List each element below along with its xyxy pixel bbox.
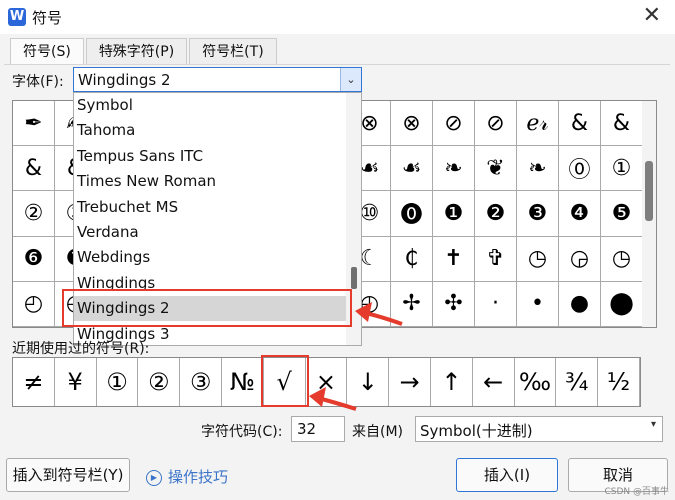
symbol-cell[interactable]: • [517,281,559,327]
symbol-cell[interactable]: ⊘ [433,101,475,147]
from-select-value: Symbol(十进制) [420,422,533,440]
font-select-value: Wingdings 2 [78,71,171,89]
symbol-cell[interactable]: ◷ [601,236,643,282]
symbol-cell[interactable]: ❷ [475,191,517,237]
title-bar: W 符号 ✕ [0,0,675,34]
font-dropdown-scrollbar-thumb[interactable] [351,267,357,289]
symbol-cell[interactable]: ⬤ [601,281,643,327]
dialog-title: 符号 [32,9,63,27]
watermark: CSDN @百事牛 [604,487,669,497]
insert-button[interactable]: 插入(I) [456,458,558,492]
symbol-cell[interactable]: ⊘ [475,101,517,147]
symbol-cell[interactable]: ₵ [391,236,433,282]
symbol-cell[interactable]: ✝ [433,236,475,282]
tab-bar: 符号(S) 特殊字符(P) 符号栏(T) [10,38,279,65]
play-icon: ▶ [146,469,162,486]
recent-symbol-cell[interactable]: ¥ [55,358,97,406]
recent-symbol-cell[interactable]: ↑ [431,358,473,406]
chevron-down-icon[interactable]: ⌄ [340,68,361,91]
char-code-label: 字符代码(C): [201,424,283,440]
symbol-cell[interactable]: ⊗ [391,101,433,147]
symbol-cell[interactable]: ❹ [559,191,601,237]
tab-symbols[interactable]: 符号(S) [10,38,84,65]
recent-symbol-cell[interactable]: № [222,358,264,406]
from-select[interactable]: Symbol(十进制) ▾ [415,416,663,442]
font-option-trebuchet-ms[interactable]: Trebuchet MS [74,195,346,220]
recent-symbol-cell[interactable]: ② [138,358,181,406]
symbol-cell[interactable]: ◶ [559,236,601,282]
recent-symbol-cell[interactable]: ① [97,358,139,406]
symbol-cell[interactable]: ✣ [433,281,475,327]
font-option-tempus-sans-itc[interactable]: Tempus Sans ITC [74,144,346,169]
symbol-cell[interactable]: ② [13,191,55,237]
symbol-cell[interactable]: ❺ [601,191,643,237]
symbol-cell[interactable]: ✢ [391,281,433,327]
symbol-cell[interactable]: ☙ [391,146,433,192]
font-select[interactable]: Wingdings 2 ⌄ [73,67,362,92]
symbol-cell[interactable]: ❧ [517,146,559,192]
tab-special-characters[interactable]: 特殊字符(P) [85,38,188,65]
insert-to-symbol-bar-button[interactable]: 插入到符号栏(Y) [6,458,130,492]
symbol-cell[interactable]: ❦ [475,146,517,192]
tab-symbol-bar[interactable]: 符号栏(T) [189,38,277,65]
symbol-cell[interactable]: · [475,281,517,327]
symbol-cell[interactable]: & [13,146,55,192]
recent-symbol-cell[interactable]: ← [473,358,515,406]
symbol-cell[interactable]: ✞ [475,236,517,282]
font-option-tahoma[interactable]: Tahoma [74,118,346,143]
symbol-cell[interactable]: ◴ [13,281,55,327]
recent-symbols-label: 近期使用过的符号(R): [12,341,150,357]
symbol-grid-scrollbar[interactable] [642,100,657,328]
font-option-times-new-roman[interactable]: Times New Roman [74,169,346,194]
symbol-cell[interactable]: ❸ [517,191,559,237]
recent-symbols-row: ≠ ¥ ① ② ③ № √ × ↓ → ↑ ← ‰ ¾ ½ [12,357,641,407]
symbol-cell[interactable]: ❻ [13,236,55,282]
symbol-cell[interactable]: ⓿ [391,191,433,237]
font-option-symbol[interactable]: Symbol [74,93,346,118]
recent-symbol-cell[interactable]: ‰ [515,358,557,406]
font-label: 字体(F): [12,74,64,90]
font-option-webdings[interactable]: Webdings [74,245,346,270]
symbol-cell[interactable]: & [601,101,643,147]
recent-symbol-cell[interactable]: ③ [180,358,222,406]
chevron-down-icon[interactable]: ▾ [651,419,656,430]
recent-symbol-cell[interactable]: → [389,358,431,406]
from-label: 来自(M) [352,424,404,440]
scrollbar-thumb[interactable] [645,161,653,221]
symbol-cell[interactable]: ℯ𝓇 [517,101,559,147]
char-code-input[interactable]: 32 [291,416,345,442]
symbol-cell[interactable]: ① [601,146,643,192]
recent-symbol-cell[interactable]: × [306,358,348,406]
symbol-cell[interactable]: ◷ [517,236,559,282]
font-option-verdana[interactable]: Verdana [74,220,346,245]
symbol-cell[interactable]: ❶ [433,191,475,237]
wps-writer-icon: W [8,8,26,26]
recent-symbol-cell[interactable]: ¾ [556,358,599,406]
tips-link[interactable]: ▶ 操作技巧 [146,466,228,487]
tips-label: 操作技巧 [168,468,229,486]
recent-symbol-cell[interactable]: ≠ [13,358,55,406]
symbol-cell[interactable]: ✒ [13,101,55,147]
highlight-box-checkmark [261,355,309,407]
recent-symbol-cell[interactable]: ↓ [347,358,390,406]
symbol-cell[interactable]: ● [559,281,601,327]
symbol-cell[interactable]: ❧ [433,146,475,192]
close-icon[interactable]: ✕ [643,3,661,28]
symbol-cell[interactable]: & [559,101,601,147]
symbol-cell[interactable]: ⓪ [559,146,601,192]
recent-symbol-cell[interactable]: ½ [598,358,640,406]
highlight-box-wingdings-2 [62,289,352,327]
